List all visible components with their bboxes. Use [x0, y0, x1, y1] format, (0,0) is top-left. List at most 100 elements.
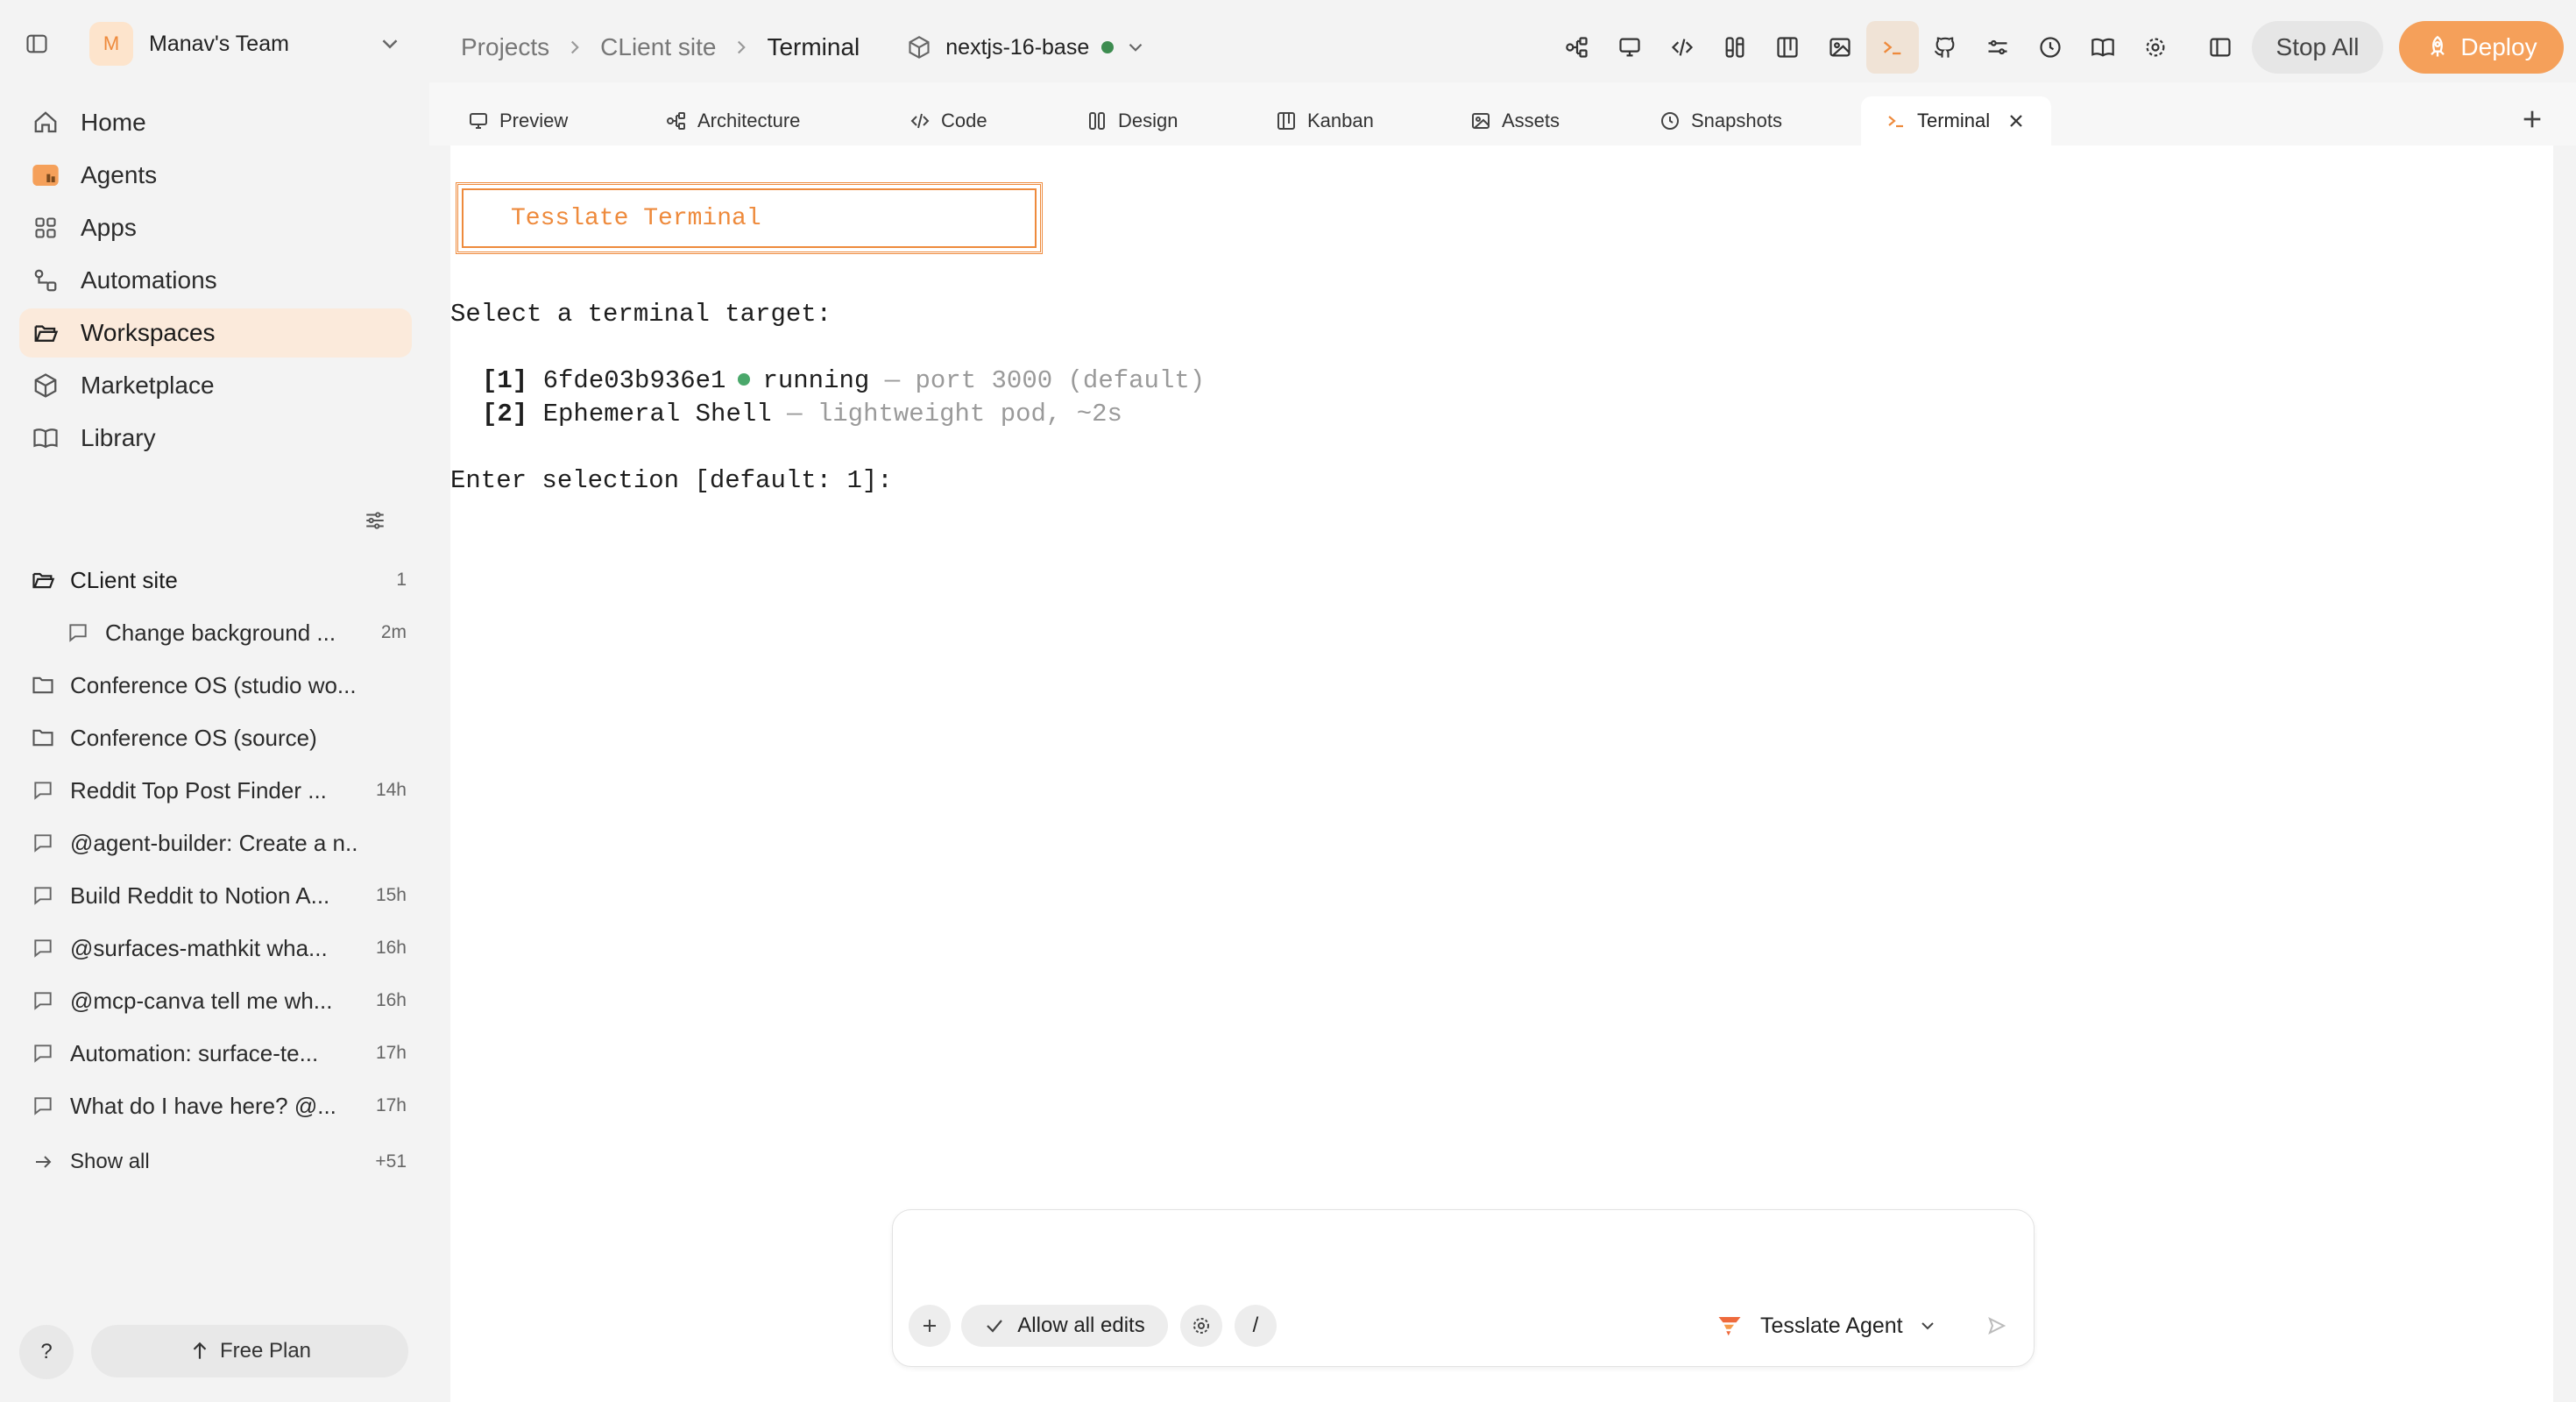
nav-item-marketplace[interactable]: Marketplace [19, 361, 412, 410]
nav-item-library[interactable]: Library [19, 414, 412, 463]
thread-item[interactable]: @surfaces-mathkit wha... 16h [19, 922, 412, 974]
show-all-link[interactable]: Show all +51 [19, 1132, 412, 1192]
chat-icon [34, 782, 52, 800]
thread-title: CLient site [70, 566, 178, 593]
terminal-icon [1883, 41, 1901, 55]
tesslate-logo-icon [1718, 1317, 1741, 1336]
code-tool-button[interactable] [1656, 21, 1709, 74]
thread-item[interactable]: Automation: surface-te... 17h [19, 1027, 412, 1080]
tab-label: Kanban [1307, 110, 1374, 131]
thread-item[interactable]: @mcp-canva tell me wh... 16h [19, 974, 412, 1027]
github-icon [1935, 37, 1955, 58]
tab-kanban[interactable]: Kanban [1276, 96, 1374, 145]
thread-item[interactable]: Build Reddit to Notion A... 15h [19, 869, 412, 922]
clock-icon [2040, 37, 2061, 58]
slash-command-button[interactable]: / [1235, 1305, 1277, 1347]
tab-design[interactable]: Design [1086, 96, 1178, 145]
github-tool-button[interactable] [1919, 21, 1971, 74]
nav-item-apps[interactable]: Apps [19, 203, 412, 252]
preview-tool-button[interactable] [1603, 21, 1656, 74]
stop-all-button[interactable]: Stop All [2252, 21, 2383, 74]
snapshots-tool-button[interactable] [2024, 21, 2077, 74]
environment-name: nextjs-16-base [945, 34, 1090, 60]
nav-item-agents[interactable]: Agents [19, 151, 412, 200]
project-item[interactable]: Conference OS (studio wo... [19, 659, 412, 712]
nav-label: Agents [81, 161, 158, 188]
folder-icon [32, 729, 53, 747]
kanban-icon [1277, 112, 1295, 130]
monitor-icon [1619, 38, 1640, 57]
chat-settings-button[interactable] [1180, 1305, 1222, 1347]
tab-preview[interactable]: Preview [468, 96, 568, 145]
thread-item[interactable]: @agent-builder: Create a n... [19, 817, 412, 869]
sidebar: M Manav's Team Home Agents Apps Automati… [0, 0, 429, 1402]
option-detail: — lightweight pod, ~2s [771, 400, 1122, 428]
thread-item[interactable]: Change background ... 2m [19, 606, 412, 659]
team-switcher[interactable]: M Manav's Team [19, 18, 412, 70]
thread-time: 14h [375, 780, 407, 800]
top-bar: Projects CLient site Terminal nextjs-16-… [429, 12, 2576, 82]
project-item[interactable]: Conference OS (source) [19, 712, 412, 764]
sidebar-toggle-button[interactable] [19, 26, 54, 61]
free-plan-button[interactable]: Free Plan [91, 1325, 408, 1377]
container-status: running [762, 366, 870, 395]
architecture-tool-button[interactable] [1551, 21, 1603, 74]
new-tab-plus-icon[interactable] [2518, 105, 2546, 133]
tab-snapshots[interactable]: Snapshots [1660, 96, 1782, 145]
project-item[interactable]: CLient site 1 [19, 554, 412, 606]
arrow-right-icon [36, 1156, 52, 1168]
tab-architecture[interactable]: Architecture [666, 96, 800, 145]
agent-selector[interactable]: Tesslate Agent [1716, 1305, 1938, 1347]
thread-title: @surfaces-mathkit wha... [70, 934, 328, 961]
tab-code[interactable]: Code [909, 96, 987, 145]
nav-label: Workspaces [81, 319, 216, 346]
terminal-prompt: Select a terminal target: [450, 300, 832, 329]
nav-item-automations[interactable]: Automations [19, 256, 412, 305]
clock-icon [1661, 112, 1679, 130]
code-icon [910, 113, 930, 129]
close-icon[interactable] [2006, 110, 2027, 131]
allow-all-edits-button[interactable]: Allow all edits [961, 1305, 1168, 1347]
help-button[interactable]: ? [19, 1325, 74, 1379]
terminal-tool-button[interactable] [1866, 21, 1919, 74]
nav-label: Library [81, 424, 156, 451]
book-icon [2091, 38, 2114, 57]
tab-label: Terminal [1917, 110, 1991, 131]
assets-tool-button[interactable] [1814, 21, 1866, 74]
option-key: [1] [482, 366, 528, 395]
terminal-selection-prompt: Enter selection [default: 1]: [450, 466, 893, 495]
nav-item-home[interactable]: Home [19, 98, 412, 147]
thread-list: CLient site 1 Change background ... 2m C… [19, 554, 412, 1192]
tab-label: Preview [499, 110, 569, 131]
terminal-icon [1888, 116, 1903, 128]
design-tool-button[interactable] [1709, 21, 1761, 74]
docs-tool-button[interactable] [2077, 21, 2129, 74]
breadcrumb-project[interactable]: CLient site [600, 33, 716, 61]
panel-toggle-button[interactable] [2194, 21, 2247, 74]
team-name: Manav's Team [149, 31, 289, 56]
chat-icon [34, 992, 52, 1010]
tab-terminal[interactable]: Terminal [1861, 96, 2052, 145]
breadcrumb-projects[interactable]: Projects [461, 33, 549, 61]
settings-tool-button[interactable] [2129, 21, 2182, 74]
nav-item-workspaces[interactable]: Workspaces [19, 308, 412, 358]
settings-sliders-tool-button[interactable] [1971, 21, 2024, 74]
send-button[interactable] [1976, 1305, 2018, 1347]
thread-time: 16h [375, 938, 407, 958]
thread-item[interactable]: Reddit Top Post Finder ... 14h [19, 764, 412, 817]
deploy-button[interactable]: Deploy [2399, 21, 2564, 74]
thread-item[interactable]: What do I have here? @... 17h [19, 1080, 412, 1132]
tab-assets[interactable]: Assets [1470, 96, 1560, 145]
kanban-tool-button[interactable] [1761, 21, 1814, 74]
option-detail: — port 3000 (default) [869, 366, 1206, 395]
environment-selector[interactable]: nextjs-16-base [907, 35, 1147, 60]
breadcrumb: Projects CLient site Terminal nextjs-16-… [461, 12, 1147, 82]
terminal-option-1: [1] 6fde03b936e1 running — port 3000 (def… [482, 366, 1205, 395]
chat-input-box[interactable]: Allow all edits / Tesslate Agent [892, 1209, 2035, 1367]
folder-open-icon [34, 325, 59, 342]
attach-button[interactable] [909, 1305, 951, 1347]
chevron-right-icon [738, 40, 747, 54]
thread-filter-button[interactable] [357, 503, 393, 538]
allow-edits-label: Allow all edits [1017, 1313, 1145, 1337]
thread-time: 17h [375, 1095, 407, 1115]
